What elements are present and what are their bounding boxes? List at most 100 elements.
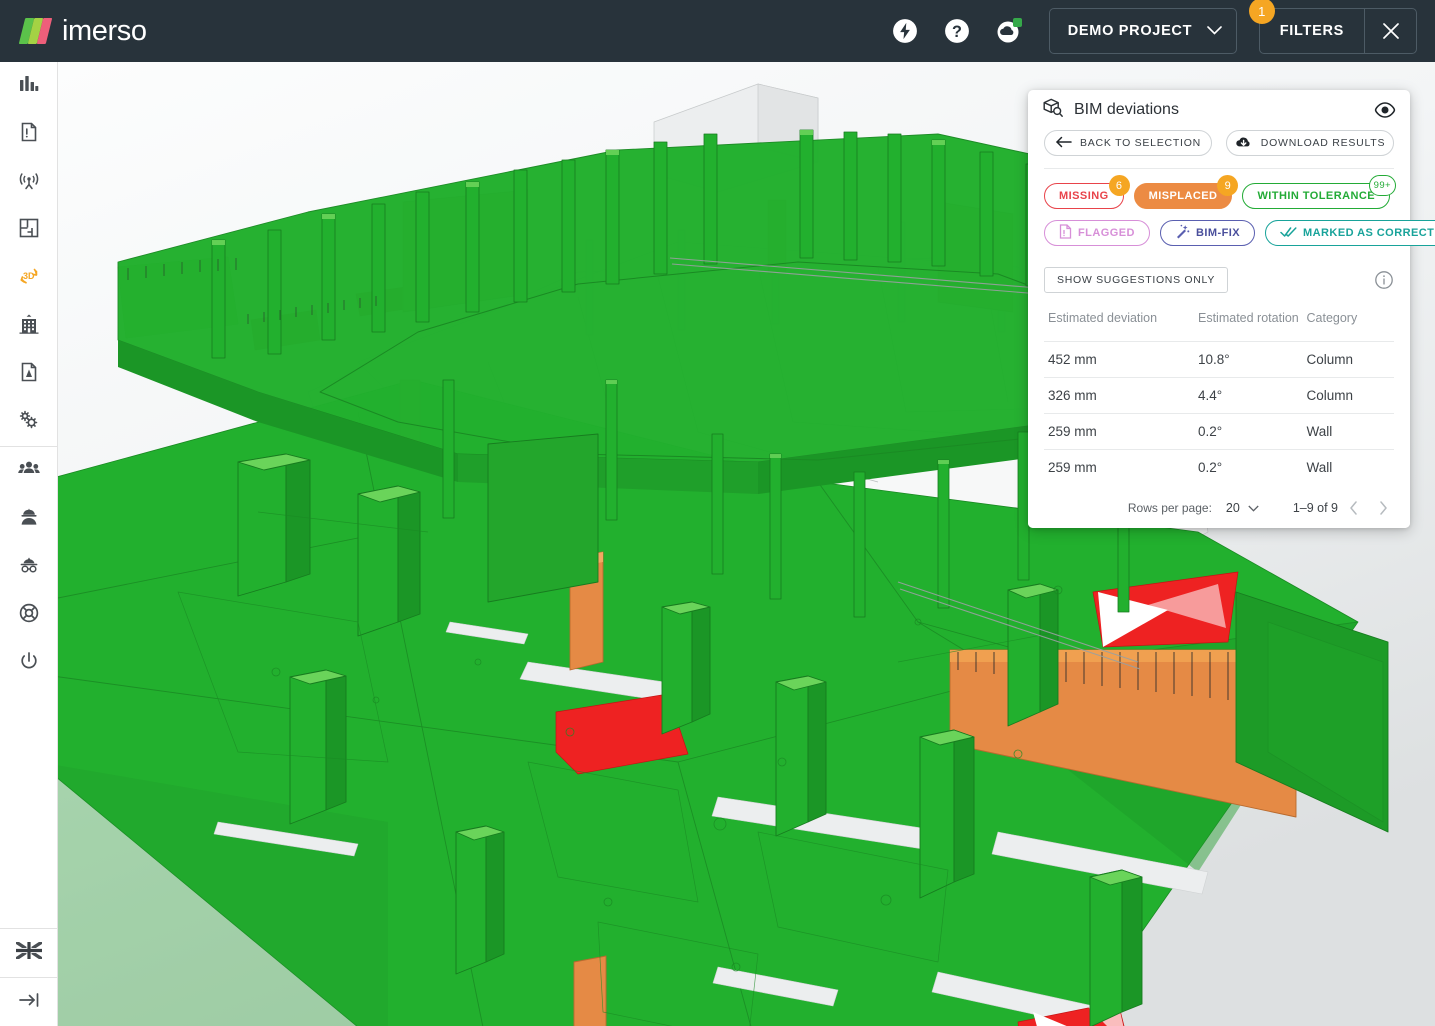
brand-logo-group[interactable]: imerso [22, 15, 147, 48]
sidebar-item-reports[interactable] [0, 110, 58, 158]
chip-flagged-label: FLAGGED [1078, 227, 1135, 239]
cell-rotation: 10.8° [1198, 342, 1307, 378]
chip-within-tolerance-badge: 99+ [1369, 175, 1396, 196]
chevron-down-icon [1207, 23, 1222, 39]
help-question-icon[interactable]: ? [931, 10, 983, 52]
table-row[interactable]: 326 mm 4.4° Column [1044, 378, 1394, 414]
sidebar-item-building[interactable] [0, 302, 58, 350]
column-header-estimated-deviation: Estimated deviation [1044, 311, 1198, 342]
top-bar: imerso ? [0, 0, 1435, 62]
chip-missing[interactable]: MISSING 6 [1044, 183, 1124, 209]
cloud-online-indicator [1013, 18, 1022, 27]
info-circle-icon[interactable] [1374, 270, 1394, 290]
rows-per-page-value: 20 [1226, 501, 1240, 515]
left-sidebar: 3D [0, 62, 58, 1026]
panel-title: BIM deviations [1074, 101, 1179, 119]
cell-rotation: 0.2° [1198, 450, 1307, 486]
filters-group: 1 FILTERS [1259, 8, 1417, 54]
download-results-button[interactable]: DOWNLOAD RESULTS [1226, 130, 1394, 156]
brand-name: imerso [62, 15, 147, 48]
chip-bim-fix[interactable]: BIM-FIX [1160, 220, 1255, 246]
chip-missing-badge: 6 [1109, 175, 1130, 196]
cloud-status-icon[interactable] [983, 10, 1035, 52]
bar-chart-icon [18, 73, 40, 100]
incognito-glasses-icon [18, 554, 40, 581]
uk-flag-icon [16, 942, 42, 964]
deviations-table-wrap: Estimated deviation Estimated rotation C… [1028, 311, 1410, 486]
filters-close-icon[interactable] [1364, 9, 1416, 53]
chip-misplaced-label: MISPLACED [1149, 190, 1218, 202]
signal-tower-icon [18, 169, 40, 196]
suggestions-row: SHOW SUGGESTIONS ONLY [1028, 261, 1410, 293]
top-bar-right-group: ? DEMO PROJECT 1 FILTERS [879, 8, 1435, 54]
filters-button[interactable]: FILTERS [1260, 9, 1364, 53]
lifebuoy-icon [18, 602, 40, 629]
imerso-logo-icon [22, 18, 52, 44]
panel-header: BIM deviations [1028, 90, 1410, 130]
app-root: imerso ? [0, 0, 1435, 1026]
table-row[interactable]: 452 mm 10.8° Column [1044, 342, 1394, 378]
cell-deviation: 326 mm [1044, 378, 1198, 414]
sidebar-item-language[interactable] [0, 929, 58, 977]
sidebar-item-3d-view[interactable]: 3D [0, 254, 58, 302]
gears-icon [17, 408, 41, 437]
chevron-right-icon[interactable] [1368, 493, 1398, 523]
chip-within-tolerance[interactable]: WITHIN TOLERANCE 99+ [1242, 183, 1390, 209]
svg-text:3D: 3D [23, 271, 35, 281]
bim-deviations-panel: BIM deviations BACK TO SELECTION [1028, 90, 1410, 528]
double-check-icon [1280, 226, 1297, 241]
pagination-range: 1–9 of 9 [1293, 501, 1338, 515]
cell-rotation: 4.4° [1198, 378, 1307, 414]
download-results-label: DOWNLOAD RESULTS [1261, 137, 1385, 149]
project-selector[interactable]: DEMO PROJECT [1049, 8, 1237, 54]
table-header-row: Estimated deviation Estimated rotation C… [1044, 311, 1394, 342]
sidebar-item-dashboard[interactable] [0, 62, 58, 110]
sidebar-item-scans[interactable] [0, 158, 58, 206]
sidebar-item-worker[interactable] [0, 495, 58, 543]
cell-category: Wall [1307, 450, 1395, 486]
cube-search-icon [1042, 97, 1064, 124]
3d-rotate-icon: 3D [17, 264, 41, 293]
cell-rotation: 0.2° [1198, 414, 1307, 450]
sidebar-item-support[interactable] [0, 591, 58, 639]
sidebar-item-team[interactable] [0, 447, 58, 495]
cell-deviation: 452 mm [1044, 342, 1198, 378]
chevron-left-icon[interactable] [1338, 493, 1368, 523]
cell-deviation: 259 mm [1044, 450, 1198, 486]
chip-marked-as-correct[interactable]: MARKED AS CORRECT [1265, 220, 1435, 246]
people-group-icon [17, 458, 41, 485]
status-filter-chips: MISSING 6 MISPLACED 9 WITHIN TOLERANCE 9… [1028, 169, 1410, 261]
power-icon [18, 650, 40, 677]
show-suggestions-only-button[interactable]: SHOW SUGGESTIONS ONLY [1044, 267, 1228, 293]
chip-flagged[interactable]: FLAGGED [1044, 220, 1150, 246]
sidebar-item-collapse[interactable] [0, 978, 58, 1026]
building-icon [18, 313, 40, 340]
cell-category: Column [1307, 342, 1395, 378]
chip-misplaced[interactable]: MISPLACED 9 [1134, 183, 1233, 209]
column-header-category: Category [1307, 311, 1395, 342]
sidebar-item-logout[interactable] [0, 639, 58, 687]
flag-document-icon [1059, 224, 1072, 242]
back-to-selection-label: BACK TO SELECTION [1080, 137, 1201, 149]
table-pagination: Rows per page: 20 1–9 of 9 [1028, 486, 1410, 528]
sidebar-item-incognito[interactable] [0, 543, 58, 591]
drawing-document-icon [18, 361, 40, 388]
arrow-left-icon [1055, 136, 1072, 151]
filters-badge: 1 [1249, 0, 1275, 24]
chip-bim-fix-label: BIM-FIX [1196, 227, 1240, 239]
back-to-selection-button[interactable]: BACK TO SELECTION [1044, 130, 1212, 156]
chip-misplaced-badge: 9 [1217, 175, 1238, 196]
table-row[interactable]: 259 mm 0.2° Wall [1044, 450, 1394, 486]
document-alert-icon [18, 121, 40, 148]
hardhat-worker-icon [18, 506, 40, 533]
table-row[interactable]: 259 mm 0.2° Wall [1044, 414, 1394, 450]
sidebar-item-drawings[interactable] [0, 350, 58, 398]
lightning-bolt-icon[interactable] [879, 10, 931, 52]
sidebar-item-floorplan[interactable] [0, 206, 58, 254]
chevron-down-icon [1248, 501, 1259, 515]
panel-action-buttons: BACK TO SELECTION DOWNLOAD RESULTS [1028, 130, 1410, 168]
sidebar-item-settings[interactable] [0, 398, 58, 446]
cell-category: Column [1307, 378, 1395, 414]
eye-icon[interactable] [1374, 102, 1396, 118]
rows-per-page-select[interactable]: 20 [1226, 501, 1259, 515]
